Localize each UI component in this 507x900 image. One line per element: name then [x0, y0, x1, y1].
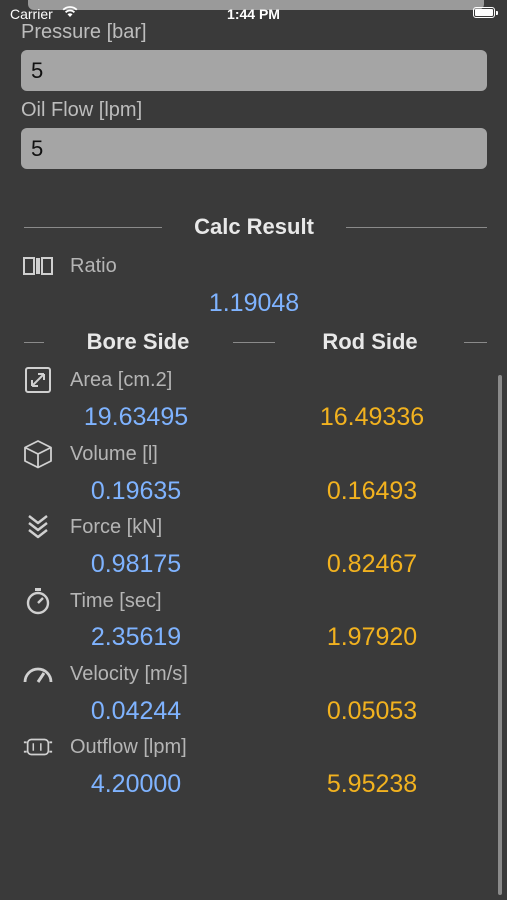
- force-label: Force [kN]: [70, 516, 163, 538]
- force-rod-value: 0.82467: [326, 550, 418, 578]
- divider-right: [346, 227, 487, 228]
- velocity-label: Velocity [m/s]: [70, 663, 188, 685]
- area-rod-value: 16.49336: [319, 403, 425, 431]
- velocity-rod-value: 0.05053: [326, 697, 418, 725]
- expand-arrows-icon: [22, 366, 54, 394]
- outflow-rod-value: 5.95238: [326, 770, 418, 798]
- triple-chevron-down-icon: [22, 513, 54, 541]
- force-bore-value: 0.98175: [90, 550, 182, 578]
- pressure-label: Pressure [bar]: [21, 21, 147, 43]
- area-label: Area [cm.2]: [70, 369, 173, 391]
- ratio-label: Ratio: [70, 255, 117, 277]
- oil-flow-label: Oil Flow [lpm]: [21, 99, 143, 121]
- outflow-label: Outflow [lpm]: [70, 736, 187, 758]
- time-bore-value: 2.35619: [90, 623, 182, 651]
- time-label: Time [sec]: [70, 590, 162, 612]
- cube-icon: [22, 440, 54, 469]
- oil-flow-field[interactable]: 5: [21, 128, 487, 169]
- outflow-bore-value: 4.20000: [90, 770, 182, 798]
- velocity-bore-value: 0.04244: [90, 697, 182, 725]
- volume-label: Volume [l]: [70, 443, 158, 465]
- divider-col-mid: [233, 342, 275, 343]
- divider-col-left: [24, 342, 44, 343]
- battery-icon: [473, 7, 498, 18]
- ratio-icon: [22, 252, 54, 280]
- rod-side-header: Rod Side: [322, 329, 418, 354]
- vertical-scrollbar[interactable]: [498, 375, 502, 895]
- divider-left: [24, 227, 162, 228]
- time-rod-value: 1.97920: [326, 623, 418, 651]
- pressure-field[interactable]: 5: [21, 50, 487, 91]
- area-bore-value: 19.63495: [83, 403, 189, 431]
- bore-side-header: Bore Side: [86, 329, 190, 354]
- speedometer-icon: [22, 660, 54, 688]
- stopwatch-icon: [22, 587, 54, 615]
- ratio-value: 1.19048: [208, 289, 300, 317]
- cylinder-icon: [22, 733, 54, 761]
- status-time: 1:44 PM: [227, 6, 280, 22]
- volume-bore-value: 0.19635: [90, 477, 182, 505]
- calc-result-title: Calc Result: [194, 214, 314, 239]
- volume-rod-value: 0.16493: [326, 477, 418, 505]
- divider-col-right: [464, 342, 487, 343]
